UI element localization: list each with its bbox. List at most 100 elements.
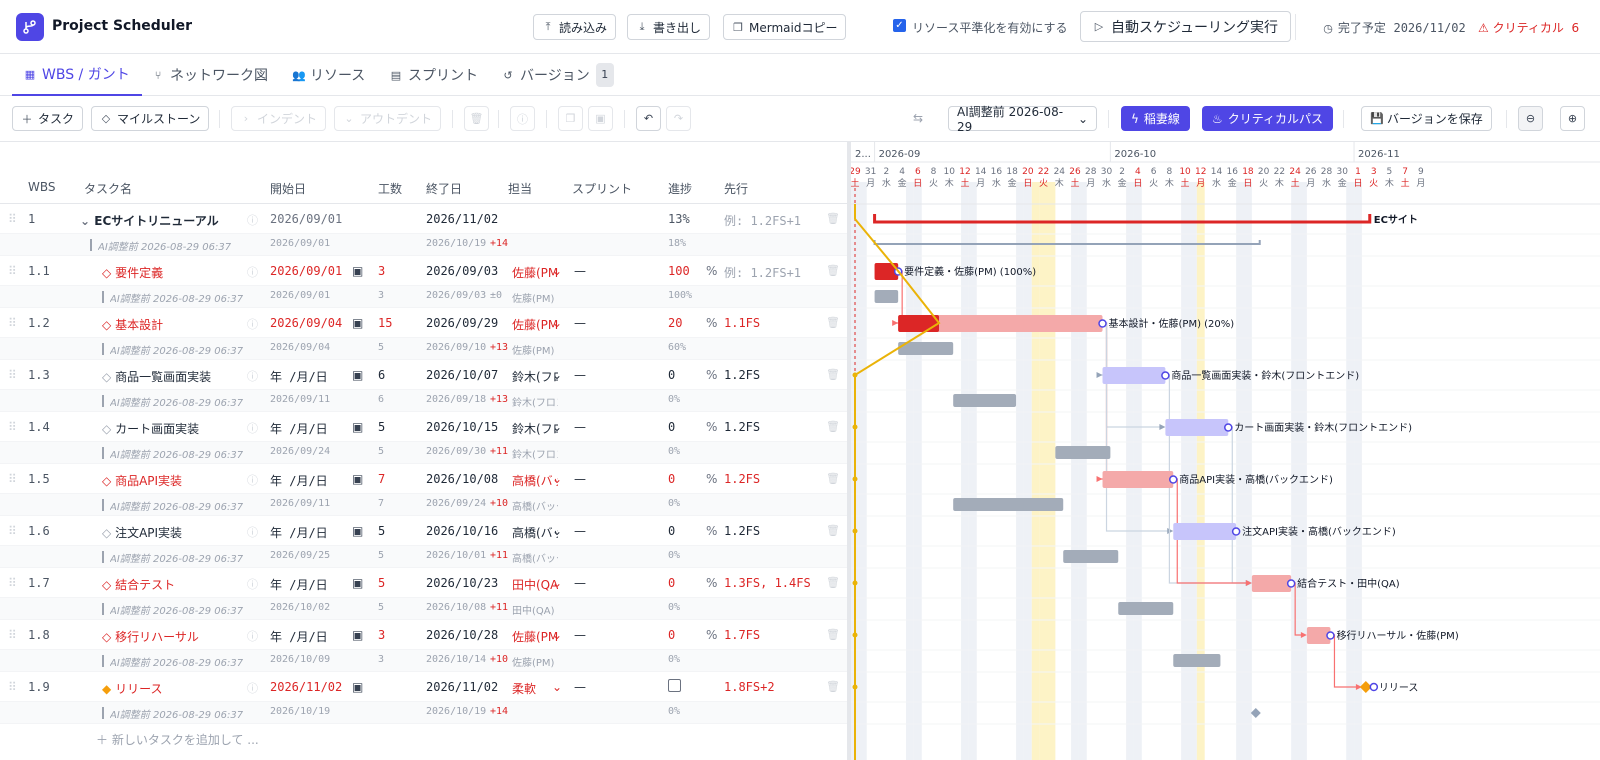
drag-handle-icon[interactable]: ⠿ xyxy=(8,264,17,278)
save-version-button[interactable]: 💾 バージョンを保存 xyxy=(1361,106,1492,131)
drag-handle-icon[interactable]: ⠿ xyxy=(8,524,17,538)
start-date-input[interactable]: 年 /月/日 xyxy=(270,368,328,385)
sprint-select[interactable]: — xyxy=(574,576,586,590)
info-button[interactable]: ⓘ xyxy=(510,106,535,131)
table-row[interactable]: ⠿1.3◇ 商品一覧画面実装ⓘ年 /月/日▣62026/10/07鈴木(フロント… xyxy=(0,360,847,390)
lightning-line-toggle[interactable]: ϟ 稲妻線 xyxy=(1121,106,1190,131)
calendar-icon[interactable]: ▣ xyxy=(352,680,363,694)
effort-input[interactable]: 3 xyxy=(378,628,385,642)
calendar-icon[interactable]: ▣ xyxy=(352,628,363,642)
table-row[interactable]: ⠿1.5◇ 商品API実装ⓘ年 /月/日▣72026/10/08高橋(バックエン… xyxy=(0,464,847,494)
drag-handle-icon[interactable]: ⠿ xyxy=(8,316,17,330)
sprint-select[interactable]: — xyxy=(574,368,586,382)
tab-resources[interactable]: 👥 リソース xyxy=(292,54,365,96)
info-icon[interactable]: ⓘ xyxy=(247,576,258,592)
predecessor-input[interactable]: 例: 1.2FS+1 xyxy=(724,212,812,229)
paste-task-button[interactable]: ▣ xyxy=(588,106,613,131)
drag-handle-icon[interactable]: ⠿ xyxy=(8,628,17,642)
progress-input[interactable]: 20 xyxy=(668,316,682,330)
predecessor-input[interactable]: 例: 1.2FS+1 xyxy=(724,264,812,281)
effort-input[interactable]: 6 xyxy=(378,368,385,382)
task-name-cell[interactable]: ◇ 商品API実装 xyxy=(102,472,242,489)
drag-handle-icon[interactable]: ⠿ xyxy=(8,576,17,590)
trash-icon[interactable]: 🗑 xyxy=(826,212,840,225)
drag-handle-icon[interactable]: ⠿ xyxy=(8,368,17,382)
table-row[interactable]: ⠿ 1.2 ◇ 基本設計 ⓘ 2026/09/04 ▣ 15 2026/09/29 佐藤(PM)… xyxy=(0,308,847,338)
chevron-down-icon[interactable]: ⌄ xyxy=(552,524,562,538)
task-name-cell[interactable]: ◇ 商品一覧画面実装 xyxy=(102,368,242,385)
chevron-down-icon[interactable]: ⌄ xyxy=(552,316,562,330)
trash-icon[interactable]: 🗑 xyxy=(826,576,840,589)
predecessor-input[interactable]: 1.2FS xyxy=(724,368,812,382)
calendar-icon[interactable]: ▣ xyxy=(352,576,363,590)
tab-wbs-gantt[interactable]: ▦ WBS / ガント xyxy=(12,54,142,96)
info-icon[interactable]: ⓘ xyxy=(247,680,258,696)
table-row[interactable]: ⠿ 1.9 ◆ リリース ⓘ 2026/11/02 ▣ 2026/11/02 柔軟 ⌄ —1.8F… xyxy=(0,672,847,702)
tab-sprint[interactable]: ▤ スプリント xyxy=(390,54,478,96)
trash-icon[interactable]: 🗑 xyxy=(826,368,840,381)
task-name-cell[interactable]: ◇ 注文API実装 xyxy=(102,524,242,541)
calendar-icon[interactable]: ▣ xyxy=(352,472,363,486)
start-date-input[interactable]: 年 /月/日 xyxy=(270,576,328,593)
outdent-button[interactable]: ⌄ アウトデント xyxy=(334,106,442,131)
predecessor-input[interactable]: 1.7FS xyxy=(724,628,812,642)
start-date-input[interactable]: 2026/09/04 xyxy=(270,316,342,330)
tab-versions[interactable]: ↺ バージョン 1 xyxy=(502,54,614,96)
info-icon[interactable]: ⓘ xyxy=(247,628,258,644)
chevron-down-icon[interactable]: ⌄ xyxy=(552,680,562,694)
tab-network[interactable]: ⑂ ネットワーク図 xyxy=(152,54,268,96)
leveling-checkbox[interactable]: ✓ xyxy=(893,19,906,32)
export-button[interactable]: ⤓ 書き出し xyxy=(627,14,711,40)
predecessor-input[interactable]: 1.2FS xyxy=(724,524,812,538)
redo-button[interactable]: ↷ xyxy=(666,106,691,131)
trash-icon[interactable]: 🗑 xyxy=(826,680,840,693)
start-date-input[interactable]: 年 /月/日 xyxy=(270,524,328,541)
zoom-out-button[interactable]: ⊖ xyxy=(1518,106,1543,131)
chevron-down-icon[interactable]: ⌄ xyxy=(552,264,562,278)
sprint-select[interactable]: — xyxy=(574,680,586,694)
progress-input[interactable]: 100 xyxy=(668,264,690,278)
drag-handle-icon[interactable]: ⠿ xyxy=(8,680,17,694)
import-button[interactable]: ⤒ 読み込み xyxy=(533,14,617,40)
sprint-select[interactable]: — xyxy=(574,264,586,278)
task-name-cell[interactable]: ◇ 移行リハーサル xyxy=(102,628,242,645)
chevron-down-icon[interactable]: ⌄ xyxy=(552,368,562,382)
sprint-select[interactable]: — xyxy=(574,524,586,538)
table-row[interactable]: ⠿1.4◇ カート画面実装ⓘ年 /月/日▣52026/10/15鈴木(フロントエ… xyxy=(0,412,847,442)
table-row[interactable]: ⠿ 1.1 ◇ 要件定義 ⓘ 2026/09/01 ▣ 3 2026/09/03 佐藤(PM) ⌄… xyxy=(0,256,847,286)
table-row[interactable]: ⠿ 1.7 ◇ 結合テスト ⓘ 年 /月/日 ▣ 5 2026/10/23 田中(QA) ⌄ —0%… xyxy=(0,568,847,598)
sprint-select[interactable]: — xyxy=(574,316,586,330)
info-icon[interactable]: ⓘ xyxy=(247,420,258,436)
trash-icon[interactable]: 🗑 xyxy=(826,420,840,433)
calendar-icon[interactable]: ▣ xyxy=(352,420,363,434)
progress-input[interactable]: 0 xyxy=(668,472,675,486)
drag-handle-icon[interactable]: ⠿ xyxy=(8,420,17,434)
predecessor-input[interactable]: 1.1FS xyxy=(724,316,812,330)
predecessor-input[interactable]: 1.8FS+2 xyxy=(724,680,812,694)
info-icon[interactable]: ⓘ xyxy=(247,264,258,280)
drag-handle-icon[interactable]: ⠿ xyxy=(8,212,17,226)
sprint-select[interactable]: — xyxy=(574,420,586,434)
predecessor-input[interactable]: 1.3FS, 1.4FS, 1.5FS xyxy=(724,576,812,590)
baseline-select[interactable]: AI調整前 2026-08-29 ⌄ xyxy=(948,105,1097,134)
predecessor-input[interactable]: 1.2FS xyxy=(724,420,812,434)
calendar-icon[interactable]: ▣ xyxy=(352,264,363,278)
effort-input[interactable]: 7 xyxy=(378,472,385,486)
task-name-cell[interactable]: ⌄ ECサイトリニューアル xyxy=(80,212,240,229)
progress-input[interactable]: 0 xyxy=(668,368,675,382)
task-name-cell[interactable]: ◇ カート画面実装 xyxy=(102,420,242,437)
task-name-cell[interactable]: ◇ 結合テスト xyxy=(102,576,242,593)
chevron-down-icon[interactable]: ⌄ xyxy=(552,576,562,590)
auto-schedule-button[interactable]: ▷ 自動スケジューリング実行 xyxy=(1080,11,1292,42)
info-icon[interactable]: ⓘ xyxy=(247,212,258,228)
task-name-cell[interactable]: ◇ 基本設計 xyxy=(102,316,242,333)
progress-input[interactable]: 0 xyxy=(668,576,675,590)
complete-checkbox[interactable] xyxy=(668,679,681,692)
info-icon[interactable]: ⓘ xyxy=(247,316,258,332)
trash-icon[interactable]: 🗑 xyxy=(826,472,840,485)
start-date-input[interactable]: 2026/09/01 xyxy=(270,264,342,278)
copy-task-button[interactable]: ❐ xyxy=(558,106,583,131)
trash-icon[interactable]: 🗑 xyxy=(826,264,840,277)
info-icon[interactable]: ⓘ xyxy=(247,524,258,540)
progress-input[interactable]: 0 xyxy=(668,524,675,538)
